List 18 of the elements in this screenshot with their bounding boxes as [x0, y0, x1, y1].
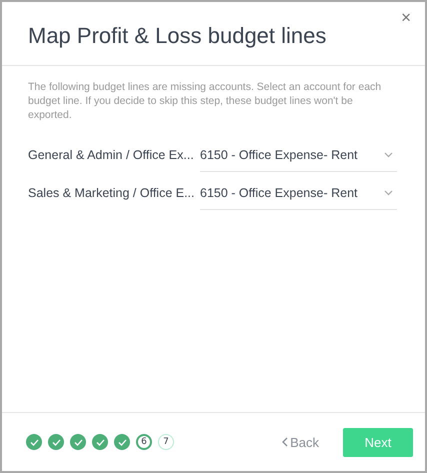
close-button[interactable]: × — [397, 6, 415, 30]
account-dropdown[interactable]: 6150 - Office Expense- Rent — [200, 138, 397, 172]
check-icon — [74, 438, 82, 446]
description-text: The following budget lines are missing accounts. Select an account for each budget line. If you decide to skip this step, these budget lines won't be exported. — [28, 80, 382, 122]
check-icon — [52, 438, 60, 446]
chevron-down-icon — [384, 152, 393, 158]
budget-line-label: Sales & Marketing / Office E... — [28, 186, 196, 200]
check-icon — [30, 438, 38, 446]
step-number: 6 — [136, 434, 152, 450]
chevron-left-icon — [282, 437, 288, 447]
dialog-title: Map Profit & Loss budget lines — [28, 22, 326, 48]
account-dropdown[interactable]: 6150 - Office Expense- Rent — [200, 176, 397, 210]
budget-line-label: General & Admin / Office Ex... — [28, 148, 195, 162]
check-icon — [118, 438, 126, 446]
chevron-down-icon — [384, 190, 393, 196]
step-number: 7 — [158, 434, 174, 450]
check-icon — [96, 438, 104, 446]
back-button[interactable]: Back — [282, 434, 319, 450]
